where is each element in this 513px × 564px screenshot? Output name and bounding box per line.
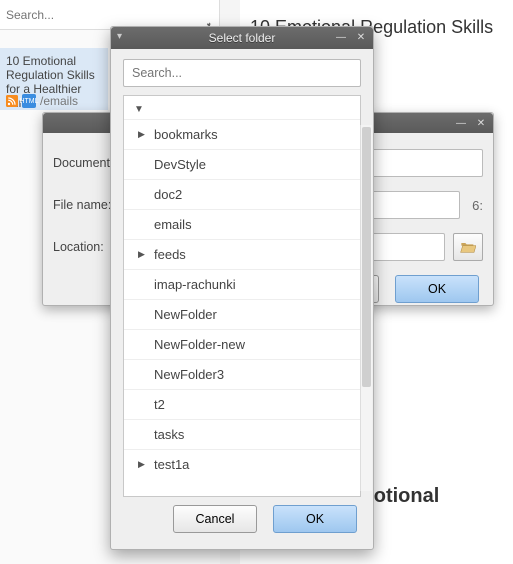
close-icon[interactable]: ✕ bbox=[473, 116, 489, 130]
folder-item-newfolder[interactable]: NewFolder bbox=[124, 299, 360, 329]
sidebar-search-input[interactable] bbox=[6, 8, 213, 22]
folder-search-input[interactable] bbox=[123, 59, 361, 87]
chevron-right-icon[interactable]: ▶ bbox=[138, 129, 145, 140]
minimize-icon[interactable]: — bbox=[333, 30, 349, 44]
folder-item-newfolder-new[interactable]: NewFolder-new bbox=[124, 329, 360, 359]
folder-item-label: imap-rachunki bbox=[154, 277, 236, 292]
folder-item-test1a[interactable]: ▶ test1a bbox=[124, 449, 360, 479]
folder-item-label: NewFolder3 bbox=[154, 367, 224, 382]
folder-item-devstyle[interactable]: DevStyle bbox=[124, 149, 360, 179]
folder-cancel-button[interactable]: Cancel bbox=[173, 505, 257, 533]
folder-item-label: doc2 bbox=[154, 187, 182, 202]
folder-item-label: test1a bbox=[154, 457, 189, 472]
chevron-right-icon[interactable]: ▶ bbox=[138, 249, 145, 260]
filename-end: 6: bbox=[472, 198, 483, 213]
folder-item-label: tasks bbox=[154, 427, 184, 442]
rss-icon bbox=[6, 95, 18, 107]
save-ok-button[interactable]: OK bbox=[395, 275, 479, 303]
folder-item-imap-rachunki[interactable]: imap-rachunki bbox=[124, 269, 360, 299]
folder-item-label: DevStyle bbox=[154, 157, 206, 172]
folder-item-doc2[interactable]: doc2 bbox=[124, 179, 360, 209]
close-icon[interactable]: ✕ bbox=[353, 30, 369, 44]
window-menu-icon[interactable]: ▾ bbox=[117, 31, 122, 42]
folder-item-label: feeds bbox=[154, 247, 186, 262]
chevron-right-icon[interactable]: ▶ bbox=[138, 459, 145, 470]
tree-root-toggle[interactable]: ▼ bbox=[130, 102, 148, 117]
folder-tree[interactable]: ▼ ▶ bookmarks DevStyle doc2 emails ▶ feeds imap… bbox=[123, 95, 361, 497]
folder-item-t2[interactable]: t2 bbox=[124, 389, 360, 419]
folder-item-label: NewFolder bbox=[154, 307, 217, 322]
html-icon: HTML bbox=[22, 94, 36, 108]
article-path: /emails bbox=[40, 94, 78, 108]
folder-item-tasks[interactable]: tasks bbox=[124, 419, 360, 449]
browse-folder-button[interactable] bbox=[453, 233, 483, 261]
scrollbar-thumb[interactable] bbox=[362, 127, 371, 387]
select-folder-dialog: ▾ Select folder — ✕ ▼ ▶ bookmarks DevStyle… bbox=[110, 26, 374, 550]
folder-open-icon bbox=[460, 240, 476, 254]
folder-item-emails[interactable]: emails bbox=[124, 209, 360, 239]
folder-dialog-titlebar: ▾ Select folder — ✕ bbox=[111, 27, 373, 49]
minimize-icon[interactable]: — bbox=[453, 116, 469, 130]
folder-item-label: NewFolder-new bbox=[154, 337, 245, 352]
folder-item-feeds[interactable]: ▶ feeds bbox=[124, 239, 360, 269]
folder-item-label: bookmarks bbox=[154, 127, 218, 142]
folder-item-label: t2 bbox=[154, 397, 165, 412]
folder-item-label: emails bbox=[154, 217, 192, 232]
folder-dialog-title: Select folder bbox=[209, 31, 276, 45]
folder-item-newfolder3[interactable]: NewFolder3 bbox=[124, 359, 360, 389]
scrollbar[interactable] bbox=[360, 125, 372, 491]
folder-ok-button[interactable]: OK bbox=[273, 505, 357, 533]
folder-item-bookmarks[interactable]: ▶ bookmarks bbox=[124, 119, 360, 149]
